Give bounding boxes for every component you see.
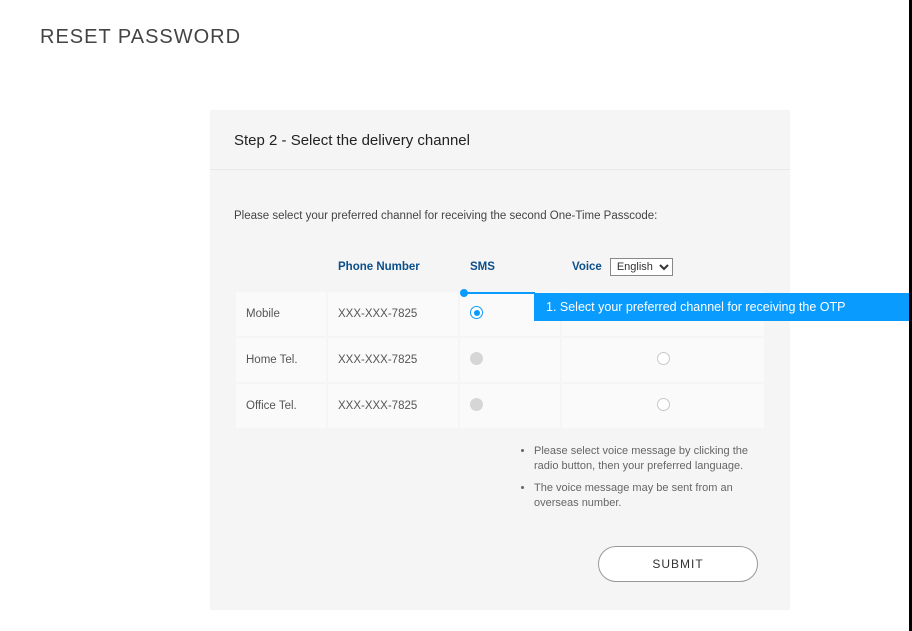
page-title: RESET PASSWORD: [40, 26, 241, 49]
row-phone: XXX-XXX-7825: [328, 384, 458, 428]
instruction-text: Please select your preferred channel for…: [234, 210, 766, 222]
step-title: Step 2 - Select the delivery channel: [234, 132, 766, 149]
list-item: Please select voice message by clicking …: [534, 444, 766, 475]
row-label: Office Tel.: [236, 384, 326, 428]
callout-connector-icon: [467, 292, 535, 294]
callout-annotation: 1. Select your preferred channel for rec…: [534, 293, 909, 321]
row-label: Home Tel.: [236, 338, 326, 382]
row-label: Mobile: [236, 292, 326, 336]
submit-button[interactable]: SUBMIT: [598, 546, 758, 582]
col-sms: SMS: [460, 250, 560, 290]
channel-table: Phone Number SMS Voice English Mobile: [234, 248, 766, 430]
voice-radio-office[interactable]: [657, 398, 670, 411]
col-label-blank: [236, 250, 326, 290]
col-voice: Voice English: [562, 250, 764, 290]
sms-radio-mobile[interactable]: [470, 306, 483, 319]
voice-radio-home[interactable]: [657, 352, 670, 365]
voice-notes: Please select voice message by clicking …: [516, 444, 766, 512]
card-header: Step 2 - Select the delivery channel: [210, 110, 790, 170]
row-phone: XXX-XXX-7825: [328, 292, 458, 336]
voice-language-select[interactable]: English: [610, 258, 673, 276]
row-phone: XXX-XXX-7825: [328, 338, 458, 382]
callout-dot-icon: [460, 289, 468, 297]
list-item: The voice message may be sent from an ov…: [534, 481, 766, 512]
card-body: Please select your preferred channel for…: [210, 170, 790, 610]
table-row: Office Tel. XXX-XXX-7825: [236, 384, 764, 428]
col-phone-number: Phone Number: [328, 250, 458, 290]
sms-radio-home[interactable]: [470, 352, 483, 365]
col-voice-label: Voice: [572, 261, 602, 273]
table-row: Home Tel. XXX-XXX-7825: [236, 338, 764, 382]
sms-radio-office[interactable]: [470, 398, 483, 411]
submit-row: SUBMIT: [234, 546, 766, 582]
reset-password-card: Step 2 - Select the delivery channel Ple…: [210, 110, 790, 610]
